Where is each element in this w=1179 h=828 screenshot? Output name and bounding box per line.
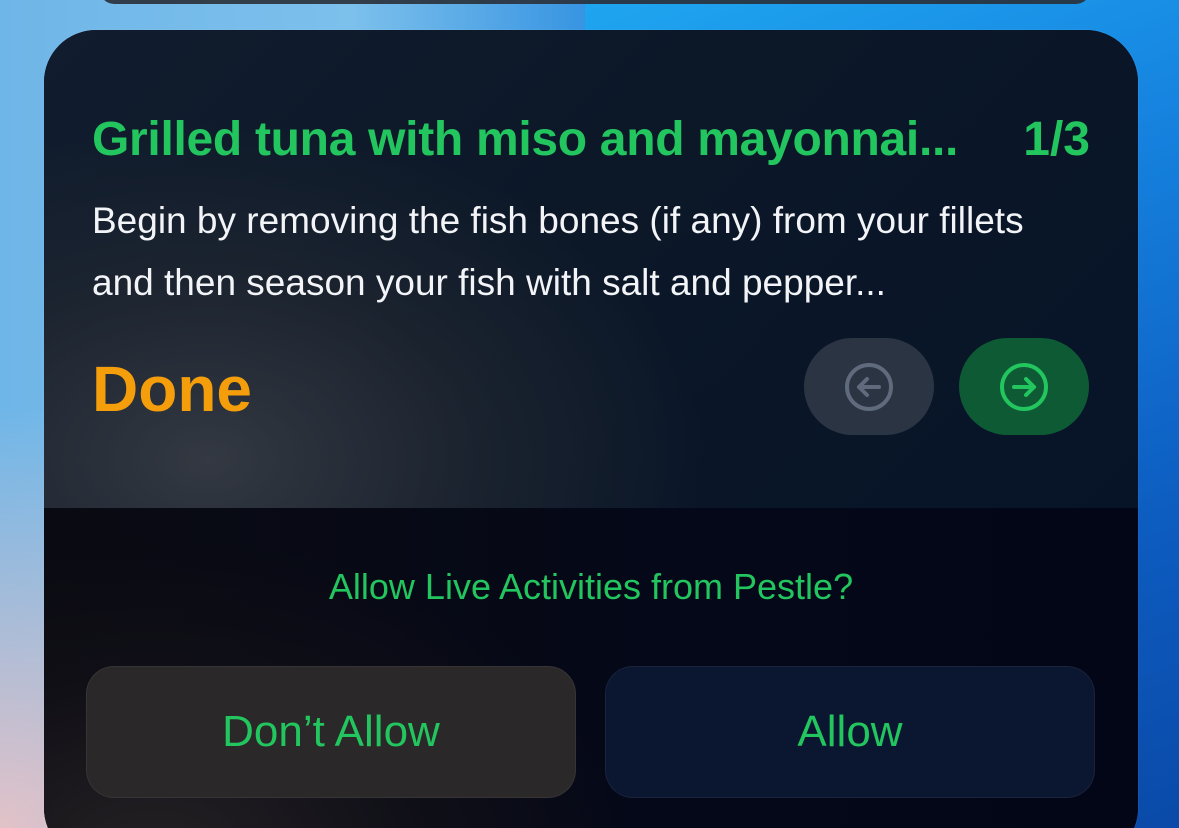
previous-step-button[interactable] <box>804 338 934 435</box>
previous-notification-edge <box>100 0 1090 4</box>
title-row: Grilled tuna with miso and mayonnai... 1… <box>92 112 1090 167</box>
recipe-title: Grilled tuna with miso and mayonnai... <box>92 113 959 166</box>
allow-button[interactable]: Allow <box>605 666 1095 798</box>
step-instruction: Begin by removing the fish bones (if any… <box>92 200 1024 303</box>
step-counter: 1/3 <box>1023 113 1090 166</box>
arrow-right-circle-icon <box>1000 362 1048 411</box>
next-step-button[interactable] <box>959 338 1089 435</box>
permission-prompt: Allow Live Activities from Pestle? Don’t… <box>44 508 1138 828</box>
arrow-left-circle-icon <box>845 362 893 411</box>
dont-allow-button[interactable]: Don’t Allow <box>86 666 576 798</box>
live-activity-card: Grilled tuna with miso and mayonnai... 1… <box>44 30 1138 828</box>
live-activity-panel: Grilled tuna with miso and mayonnai... 1… <box>44 30 1138 508</box>
prompt-question: Allow Live Activities from Pestle? <box>328 566 854 607</box>
done-button[interactable]: Done <box>92 352 252 426</box>
